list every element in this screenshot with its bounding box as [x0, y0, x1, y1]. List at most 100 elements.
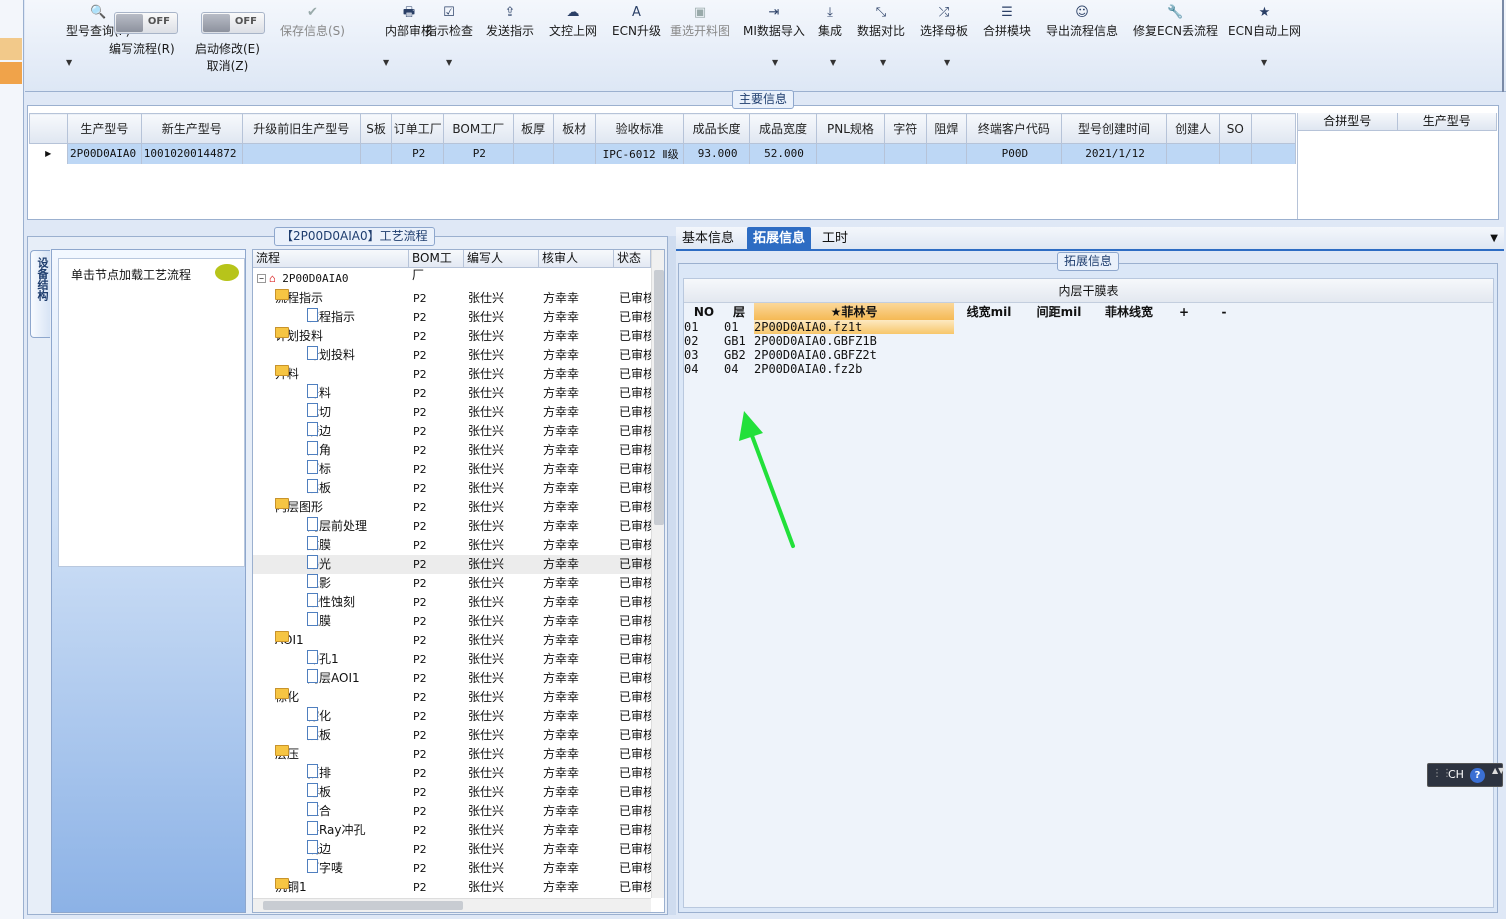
process-node[interactable]: −开料 [275, 365, 299, 384]
grid-cell[interactable]: IPC-6012 Ⅱ级 [595, 143, 685, 164]
process-row[interactable]: 酸性蚀刻 P2 张仕兴 方幸幸 已审核 [253, 593, 655, 612]
film-row[interactable]: 03 GB2 2P00D0AIA0.GBFZ2t [684, 348, 1244, 362]
process-vscroll-thumb[interactable] [654, 270, 664, 525]
film-column-header[interactable]: 菲林线宽 [1094, 303, 1164, 320]
process-row[interactable]: 曝光 P2 张仕兴 方幸幸 已审核 [253, 555, 655, 574]
tab-equipment-structure[interactable]: 设备结构 [30, 250, 50, 338]
toolbar-button-9[interactable]: ▣ 重选开料图 [670, 4, 730, 39]
process-row[interactable]: 贴膜 P2 张仕兴 方幸幸 已审核 [253, 536, 655, 555]
process-row[interactable]: 排板 P2 张仕兴 方幸幸 已审核 [253, 783, 655, 802]
grid-cell[interactable] [926, 143, 967, 164]
grid-cell[interactable] [242, 143, 361, 164]
tree-column-header[interactable]: 流程 [253, 250, 409, 268]
grid-cell[interactable]: P00D [966, 143, 1062, 164]
column-header[interactable]: BOM工厂 [443, 113, 514, 144]
column-header[interactable]: 字符 [883, 113, 927, 144]
collapse-icon[interactable]: − [257, 274, 266, 283]
ime-indicator[interactable]: ⋮⋮ CH ? ▲▼ [1427, 763, 1504, 787]
tree-column-header[interactable]: BOM工厂 [409, 250, 464, 282]
film-cell[interactable] [1204, 362, 1244, 376]
toolbar-button-13[interactable]: ⤮ 选择母板 [920, 4, 968, 39]
film-cell[interactable]: 2P00D0AIA0.fz1t [754, 320, 954, 334]
process-node[interactable]: −内层图形 [275, 498, 323, 517]
process-node[interactable]: 圆角 [307, 441, 331, 460]
film-column-header[interactable]: 线宽mil [954, 303, 1024, 320]
film-cell[interactable]: 01 [684, 320, 724, 334]
grid-cell[interactable]: P2 [391, 143, 445, 164]
left-strip-tab[interactable] [0, 38, 22, 60]
process-node[interactable]: 贴膜 [307, 536, 331, 555]
film-cell[interactable] [1024, 334, 1094, 348]
process-node[interactable]: −沉铜1 [275, 878, 307, 897]
process-node[interactable]: 开料 [307, 384, 331, 403]
process-node[interactable]: 烘板 [307, 479, 331, 498]
toolbar-button-16[interactable]: 🔧 修复ECN丢流程 [1133, 4, 1218, 39]
film-cell[interactable] [1164, 348, 1204, 362]
process-node[interactable]: 冲孔1 [307, 650, 339, 669]
column-header[interactable]: S板 [359, 113, 393, 144]
grid-cell[interactable]: 52.000 [749, 143, 818, 164]
column-header[interactable]: 板材 [552, 113, 596, 144]
vertical-splitter[interactable] [668, 236, 676, 915]
toolbar-button-7[interactable]: ☁ 文控上网 [549, 4, 597, 39]
grid-cell[interactable] [1219, 143, 1252, 164]
column-header[interactable]: PNL规格 [816, 113, 885, 144]
process-node[interactable]: 退膜 [307, 612, 331, 631]
process-node[interactable]: −计划投料 [275, 327, 323, 346]
process-row[interactable]: 烘板 P2 张仕兴 方幸幸 已审核 [253, 726, 655, 745]
merge-column-header[interactable]: 生产型号 [1397, 113, 1497, 131]
column-header[interactable]: 终端客户代码 [965, 113, 1062, 144]
process-row[interactable]: 退膜 P2 张仕兴 方幸幸 已审核 [253, 612, 655, 631]
process-row[interactable]: 冲孔1 P2 张仕兴 方幸幸 已审核 [253, 650, 655, 669]
process-row[interactable]: −流程指示 P2 张仕兴 方幸幸 已审核 [253, 289, 655, 308]
column-header[interactable]: 成品长度 [683, 113, 750, 144]
process-row[interactable]: X-Ray冲孔 P2 张仕兴 方幸幸 已审核 [253, 821, 655, 840]
toggle-start-modify[interactable]: OFF [201, 12, 265, 34]
ime-help-icon[interactable]: ? [1470, 768, 1485, 783]
process-node[interactable]: 磨边 [307, 422, 331, 441]
column-header[interactable]: 型号创建时间 [1060, 113, 1168, 144]
process-vscrollbar[interactable] [651, 250, 664, 898]
toolbar-button-10[interactable]: ⇥ MI数据导入 [743, 4, 805, 39]
process-row[interactable]: −AOI1 P2 张仕兴 方幸幸 已审核 [253, 631, 655, 650]
film-column-header[interactable]: NO [684, 303, 724, 320]
toolbar-button-15[interactable]: ☺ 导出流程信息 [1046, 4, 1118, 39]
chevron-down-icon[interactable]: ▼ [446, 58, 452, 67]
merge-column-header[interactable]: 合拼型号 [1298, 113, 1398, 131]
film-cell[interactable] [1204, 334, 1244, 348]
process-row[interactable]: 打标 P2 张仕兴 方幸幸 已审核 [253, 460, 655, 479]
process-node[interactable]: 内层AOI1 [307, 669, 360, 688]
process-row[interactable]: 裁切 P2 张仕兴 方幸幸 已审核 [253, 403, 655, 422]
film-cell[interactable]: GB1 [724, 334, 754, 348]
toolbar-button-1[interactable]: 编写流程(R) [109, 40, 175, 57]
column-header[interactable]: 阻焊 [925, 113, 967, 144]
film-row[interactable]: 01 01 2P00D0AIA0.fz1t [684, 320, 1244, 334]
chevron-down-icon[interactable]: ▼ [944, 58, 950, 67]
process-node[interactable]: −棕化 [275, 688, 299, 707]
tree-column-header[interactable]: 核审人 [539, 250, 614, 268]
tab-2[interactable]: 工时 [816, 227, 854, 251]
film-cell[interactable] [954, 320, 1024, 334]
chevron-down-icon[interactable]: ▼ [830, 58, 836, 67]
film-cell[interactable]: GB2 [724, 348, 754, 362]
left-strip-tab-active[interactable] [0, 62, 22, 84]
chevron-down-icon[interactable]: ▼ [1261, 58, 1267, 67]
column-header[interactable]: 成品宽度 [748, 113, 818, 144]
process-row[interactable]: 烘板 P2 张仕兴 方幸幸 已审核 [253, 479, 655, 498]
film-cell[interactable] [954, 362, 1024, 376]
film-cell[interactable]: 2P00D0AIA0.GBFZ2t [754, 348, 954, 362]
process-hscrollbar[interactable] [253, 898, 651, 912]
process-node[interactable]: 压合 [307, 802, 331, 821]
process-row[interactable]: 预排 P2 张仕兴 方幸幸 已审核 [253, 764, 655, 783]
process-node[interactable]: −层压 [275, 745, 299, 764]
process-node[interactable]: 计划投料 [307, 346, 355, 365]
chevron-down-icon[interactable]: ▼ [880, 58, 886, 67]
ime-menu-icon[interactable]: ▲▼ [1492, 766, 1504, 775]
grid-cell[interactable]: 2021/1/12 [1061, 143, 1168, 164]
film-cell[interactable] [1094, 320, 1164, 334]
process-node[interactable]: 排板 [307, 783, 331, 802]
process-row[interactable]: 棕化 P2 张仕兴 方幸幸 已审核 [253, 707, 655, 726]
chevron-down-icon[interactable]: ▼ [772, 58, 778, 67]
grid-cell[interactable] [360, 143, 393, 164]
tabbar-dropdown-icon[interactable]: ▼ [1490, 233, 1498, 244]
